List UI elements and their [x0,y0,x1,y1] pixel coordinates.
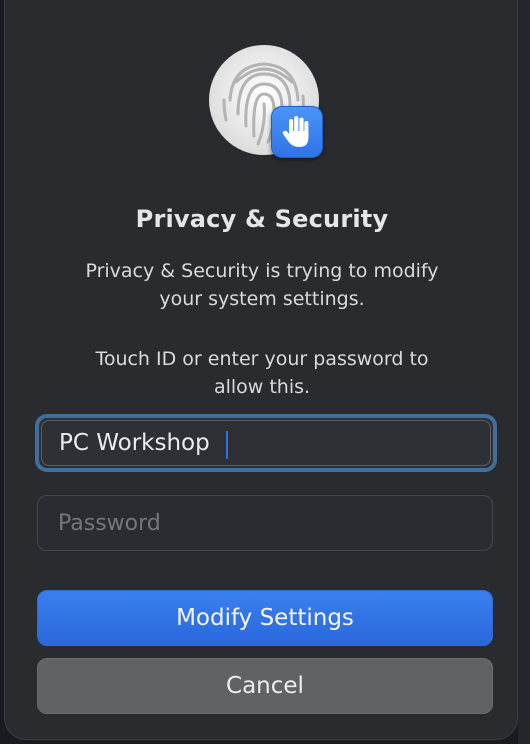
text-caret [226,431,228,459]
dialog-icon-group [208,44,328,160]
background-window-edge [518,0,530,744]
password-field[interactable] [37,495,493,551]
dialog-title: Privacy & Security [135,205,389,233]
dialog-prompt: Touch ID or enter your password to allow… [45,345,479,401]
username-field[interactable] [41,420,491,466]
authorization-dialog: Privacy & Security Privacy & Security is… [4,0,518,740]
prompt-line-1: Touch ID or enter your password to [95,348,429,370]
username-field-focus-ring [35,414,497,472]
hand-raised-icon [271,106,323,158]
message-line-1: Privacy & Security is trying to modify [85,260,439,282]
message-line-2: your system settings. [159,288,365,310]
modify-settings-button[interactable]: Modify Settings [37,590,493,646]
dialog-message: Privacy & Security is trying to modify y… [45,257,479,313]
cancel-button[interactable]: Cancel [37,658,493,714]
prompt-line-2: allow this. [213,376,311,398]
